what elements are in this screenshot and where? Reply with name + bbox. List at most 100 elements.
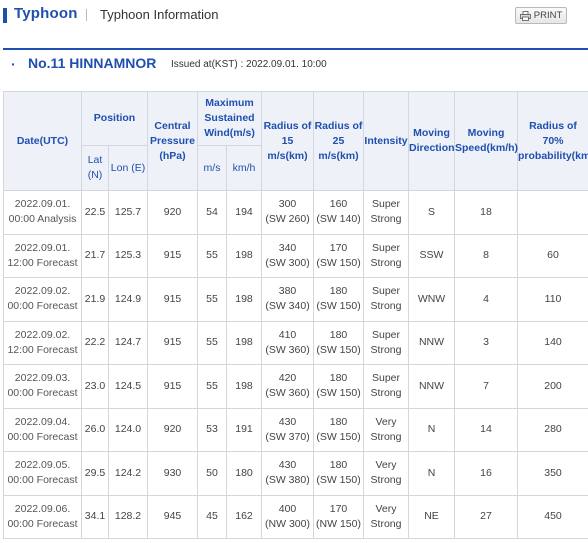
- cell-direction: NNW: [408, 320, 456, 365]
- cell-lon: 124.9: [107, 277, 149, 322]
- cell-wind-ms: 55: [197, 277, 228, 322]
- cell-intensity-text: Strong: [370, 474, 402, 487]
- cell-radius-15-text: 430: [278, 415, 297, 428]
- cell-date: 2022.09.04. 00:00 Forecast: [3, 407, 82, 452]
- cell-wind-ms: 55: [197, 364, 228, 409]
- cell-radius-25-text: 180: [329, 328, 348, 341]
- cell-radius-25: 180 (SW 150): [313, 451, 365, 496]
- cell-lat-text: 34.1: [84, 510, 106, 523]
- cell-direction-text: SSW: [419, 249, 444, 262]
- cell-pressure: 920: [147, 190, 199, 235]
- cell-wind-ms-text: 55: [206, 249, 218, 262]
- bullet-icon: ·: [11, 56, 16, 72]
- cell-pressure: 915: [147, 233, 199, 278]
- storm-header: · No.11 HINNAMNOR Issued at(KST) : 2022.…: [3, 48, 588, 75]
- cell-radius-25: 180 (SW 150): [313, 407, 365, 452]
- cell-date-text: 00:00 Forecast: [7, 517, 78, 530]
- cell-wind-kmh: 198: [226, 364, 263, 409]
- header-wind-kmh: km/h: [226, 145, 263, 191]
- cell-intensity: Very Strong: [363, 494, 410, 539]
- cell-date-text: 2022.09.01.: [14, 241, 71, 254]
- cell-date: 2022.09.02. 00:00 Forecast: [3, 277, 82, 322]
- cell-wind-kmh-text: 180: [235, 466, 253, 479]
- cell-radius-70-text: 280: [544, 423, 562, 436]
- cell-lon: 128.2: [107, 494, 149, 539]
- title-divider: [86, 9, 87, 21]
- cell-intensity: Super Strong: [363, 320, 410, 365]
- cell-radius-25: 160 (SW 140): [313, 190, 365, 235]
- cell-radius-15: 430 (SW 370): [261, 407, 315, 452]
- cell-intensity-text: Very: [375, 415, 397, 428]
- cell-wind-kmh-text: 198: [235, 379, 253, 392]
- cell-pressure: 915: [147, 364, 199, 409]
- cell-direction: N: [408, 407, 456, 452]
- cell-pressure-text: 915: [163, 249, 182, 262]
- cell-intensity: Super Strong: [363, 233, 410, 278]
- cell-lat: 34.1: [81, 494, 109, 539]
- table-row: 2022.09.05. 00:00 Forecast 29.5 124.2 930 50 1…: [3, 451, 588, 496]
- cell-radius-70: 350: [517, 451, 588, 496]
- cell-radius-15-text: (SW 370): [265, 430, 310, 443]
- cell-radius-25-text: 180: [329, 415, 348, 428]
- print-button[interactable]: PRINT: [515, 7, 567, 24]
- cell-date-text: 2022.09.04.: [14, 415, 71, 428]
- cell-radius-70: 60: [517, 233, 588, 278]
- table-row: 2022.09.02. 00:00 Forecast 21.9 124.9 915 55 1…: [3, 277, 588, 322]
- cell-radius-70-text: 450: [544, 510, 562, 523]
- header-radius-70: Radius of 70% probability(km): [517, 91, 588, 191]
- cell-lon: 124.7: [107, 320, 149, 365]
- cell-pressure-text: 915: [163, 292, 182, 305]
- cell-date: 2022.09.05. 00:00 Forecast: [3, 451, 82, 496]
- cell-radius-15-text: 410: [278, 328, 297, 341]
- cell-speed-text: 27: [480, 510, 492, 523]
- cell-wind-kmh: 198: [226, 277, 263, 322]
- cell-intensity-text: Strong: [370, 300, 402, 313]
- cell-date-text: 12:00 Forecast: [7, 343, 78, 356]
- cell-pressure-text: 930: [163, 466, 182, 479]
- cell-radius-70: 280: [517, 407, 588, 452]
- storm-name: No.11 HINNAMNOR: [28, 55, 157, 71]
- cell-speed: 8: [454, 233, 519, 278]
- cell-date-text: 2022.09.02.: [14, 328, 71, 341]
- cell-wind-kmh-text: 162: [235, 510, 253, 523]
- cell-radius-25-text: (SW 150): [316, 474, 361, 487]
- cell-radius-15: 410 (SW 360): [261, 320, 315, 365]
- cell-wind-kmh: 194: [226, 190, 263, 235]
- cell-wind-ms: 54: [197, 190, 228, 235]
- header-radius-15: Radius of 15 m/s(km): [261, 91, 315, 191]
- cell-radius-25-text: 180: [329, 372, 348, 385]
- cell-radius-70: [517, 190, 588, 235]
- cell-intensity-text: Strong: [370, 517, 402, 530]
- cell-radius-25: 170 (NW 150): [313, 494, 365, 539]
- cell-radius-15-text: 430: [278, 459, 297, 472]
- cell-pressure: 930: [147, 451, 199, 496]
- cell-intensity-text: Strong: [370, 256, 402, 269]
- cell-date: 2022.09.06. 00:00 Forecast: [3, 494, 82, 539]
- cell-radius-70-text: 200: [544, 379, 562, 392]
- cell-direction-text: NNW: [418, 379, 445, 392]
- cell-radius-15-text: (NW 300): [265, 517, 310, 530]
- cell-wind-kmh: 198: [226, 320, 263, 365]
- cell-lon: 124.5: [107, 364, 149, 409]
- cell-wind-kmh: 180: [226, 451, 263, 496]
- cell-wind-ms-text: 55: [206, 336, 218, 349]
- cell-date-text: 12:00 Forecast: [7, 256, 78, 269]
- cell-radius-15-text: (SW 380): [265, 474, 310, 487]
- cell-radius-25-text: (SW 150): [316, 430, 361, 443]
- cell-date-text: 2022.09.02.: [14, 285, 71, 298]
- cell-lat-text: 23.0: [84, 379, 106, 392]
- cell-direction: WNW: [408, 277, 456, 322]
- cell-pressure-text: 920: [163, 423, 182, 436]
- cell-intensity: Super Strong: [363, 364, 410, 409]
- cell-direction: NE: [408, 494, 456, 539]
- cell-intensity-text: Very: [375, 459, 397, 472]
- cell-radius-25-text: 170: [329, 241, 348, 254]
- cell-radius-70-text: 60: [547, 249, 559, 262]
- cell-speed: 7: [454, 364, 519, 409]
- cell-speed-text: 16: [480, 466, 492, 479]
- cell-lon: 125.7: [107, 190, 149, 235]
- cell-speed: 18: [454, 190, 519, 235]
- table-row: 2022.09.01. 12:00 Forecast 21.7 125.3 915 55 1…: [3, 233, 588, 278]
- table-row: 2022.09.01. 00:00 Analysis 22.5 125.7 920 54 1…: [3, 190, 588, 235]
- cell-intensity-text: Super: [372, 328, 401, 341]
